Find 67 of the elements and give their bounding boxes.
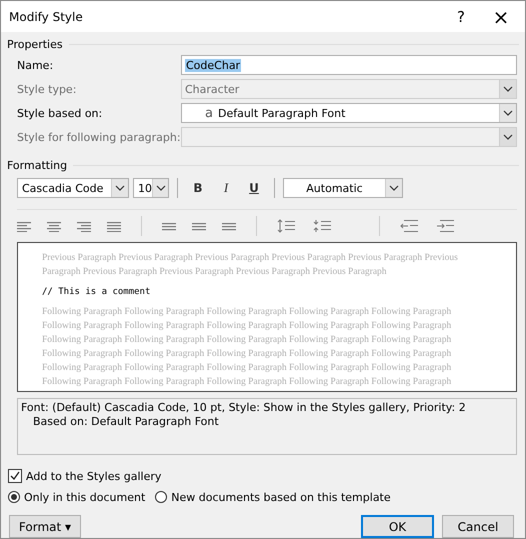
dropdown-value: Cascadia Code bbox=[22, 182, 104, 194]
align-center-icon[interactable] bbox=[47, 220, 61, 232]
dropdown-button[interactable] bbox=[111, 179, 128, 197]
name-field[interactable]: CodeChar bbox=[181, 55, 517, 75]
description-text: Based on: Default Paragraph Font bbox=[32, 415, 220, 429]
chevron-icon bbox=[503, 110, 513, 116]
align-left-icon[interactable] bbox=[17, 220, 31, 232]
help-button[interactable]: ? bbox=[441, 8, 481, 26]
ok-button[interactable]: OK bbox=[361, 515, 434, 538]
preview-text: Paragraph Previous Paragraph Previous Paragraph Previous Paragraph Previous Paragraph bbox=[42, 266, 388, 279]
radio-label: New documents based on this template bbox=[171, 490, 391, 504]
checkbox-label: Add to the Styles gallery bbox=[26, 470, 162, 482]
preview-text: Following Paragraph Following Paragraph Following Paragraph Following Paragraph Following Paragraph bbox=[42, 320, 452, 333]
align-justify-icon[interactable] bbox=[107, 220, 121, 232]
dropdown-value: Default Paragraph Font bbox=[218, 106, 346, 120]
increase-indent-icon[interactable] bbox=[436, 219, 456, 233]
dropdown-value: Automatic bbox=[305, 182, 364, 194]
preview-text: Following Paragraph Following Paragraph Following Paragraph Following Paragraph Following Paragraph bbox=[42, 348, 452, 361]
checkbox[interactable] bbox=[8, 469, 22, 483]
size-dropdown[interactable]: 10 bbox=[133, 178, 169, 198]
preview-text: Following Paragraph Following Paragraph Following Paragraph Following Paragraph Following Paragraph bbox=[42, 362, 452, 375]
format-button[interactable]: B bbox=[186, 181, 210, 195]
radio-button[interactable] bbox=[155, 491, 168, 503]
cancel-button[interactable]: Cancel bbox=[442, 515, 514, 538]
radio-label: Only in this document bbox=[24, 490, 146, 504]
format-button[interactable]: Format ▾ bbox=[9, 515, 81, 538]
format-button[interactable]: I bbox=[214, 180, 238, 196]
style-dropdown[interactable]: a Default Paragraph Font bbox=[181, 103, 517, 123]
chevron-icon bbox=[503, 86, 513, 92]
chevron-icon bbox=[156, 185, 166, 191]
dropdown-value: 10 bbox=[138, 182, 152, 194]
close-button[interactable]: × bbox=[481, 4, 521, 28]
chevron-icon bbox=[503, 134, 513, 140]
dropdown-button[interactable] bbox=[499, 104, 516, 122]
line-spacing-icon[interactable] bbox=[222, 221, 236, 231]
preview-text: Following Paragraph Following Paragraph Following Paragraph Following Paragraph Following Paragraph bbox=[42, 376, 452, 389]
dropdown-button[interactable] bbox=[385, 179, 402, 197]
field-label: Style type: bbox=[17, 82, 78, 96]
section-heading: Properties bbox=[7, 38, 63, 51]
dropdown-button[interactable] bbox=[499, 128, 516, 146]
radio-button[interactable] bbox=[8, 491, 20, 503]
preview-text: Following Paragraph Following Paragraph Following Paragraph Following Paragraph Following Paragraph bbox=[42, 334, 452, 347]
sample-text: // This is a comment bbox=[42, 286, 152, 299]
decrease-indent-icon[interactable] bbox=[400, 219, 420, 233]
field-label: Style for following paragraph: bbox=[17, 130, 181, 144]
field-label: Style based on: bbox=[17, 106, 104, 120]
window-title: Modify Style bbox=[9, 10, 84, 24]
dropdown-button[interactable] bbox=[499, 80, 516, 98]
spacing-decrease-icon[interactable] bbox=[313, 219, 333, 233]
preview-text: Previous Paragraph Previous Paragraph Previous Paragraph Previous Paragraph Previous Paragraph Previous bbox=[42, 252, 459, 265]
character-style-icon: a bbox=[205, 106, 213, 120]
dropdown-value: Character bbox=[185, 82, 240, 96]
spacing-increase-icon[interactable] bbox=[277, 219, 297, 233]
field-label: Name: bbox=[17, 58, 54, 72]
preview-text: Following Paragraph Following Paragraph Following Paragraph Following Paragraph Following Paragraph bbox=[42, 306, 452, 319]
section-heading: Formatting bbox=[7, 159, 68, 172]
chevron-icon bbox=[115, 185, 125, 191]
align-right-icon[interactable] bbox=[77, 220, 91, 232]
description-text: Font: (Default) Cascadia Code, 10 pt, Style: Show in the Styles gallery, Priority: 2 bbox=[21, 401, 467, 415]
selected-text: CodeChar bbox=[185, 58, 242, 72]
chevron-icon bbox=[389, 185, 399, 191]
line-spacing-icon[interactable] bbox=[192, 221, 206, 231]
color-dropdown[interactable]: Automatic bbox=[283, 178, 403, 198]
font-dropdown[interactable]: Cascadia Code bbox=[17, 178, 129, 198]
dropdown-button[interactable] bbox=[152, 179, 168, 197]
format-button[interactable]: U bbox=[242, 181, 266, 195]
line-spacing-icon[interactable] bbox=[162, 221, 176, 231]
